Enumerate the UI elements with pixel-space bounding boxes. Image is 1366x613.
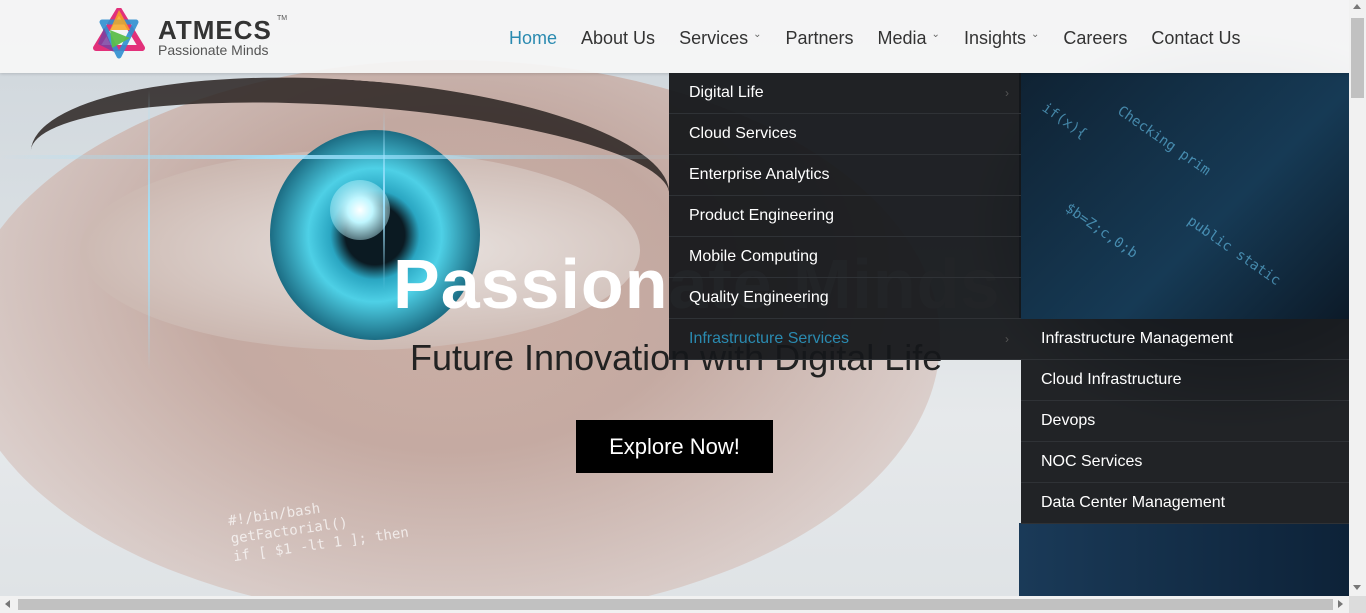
menu-item-label: Infrastructure Services bbox=[689, 330, 850, 347]
menu-item-label: Digital Life bbox=[689, 84, 764, 101]
scrollbar-corner bbox=[1349, 596, 1366, 613]
scroll-left-icon[interactable] bbox=[5, 600, 10, 608]
scroll-down-icon[interactable] bbox=[1353, 585, 1361, 590]
menu-item-product-engineering[interactable]: Product Engineering bbox=[669, 196, 1021, 237]
vertical-scrollbar[interactable] bbox=[1349, 0, 1366, 596]
nav-label: Partners bbox=[785, 28, 854, 48]
services-dropdown: Digital Life › Cloud Services Enterprise … bbox=[669, 73, 1021, 360]
explore-now-button[interactable]: Explore Now! bbox=[576, 420, 773, 473]
brand-logo[interactable]: ATMECS TM Passionate Minds bbox=[92, 8, 292, 60]
brand-tagline: Passionate Minds bbox=[158, 42, 269, 58]
main-nav: Home About Us Services ⌄ Partners Media ⌄ … bbox=[497, 23, 1252, 53]
brand-trademark: TM bbox=[277, 15, 288, 22]
nav-label: Contact Us bbox=[1151, 28, 1241, 48]
horizontal-scrollbar[interactable] bbox=[0, 596, 1349, 613]
brand-name: ATMECS bbox=[158, 15, 272, 45]
nav-insights[interactable]: Insights ⌄ bbox=[952, 23, 1051, 53]
nav-home[interactable]: Home bbox=[497, 23, 569, 53]
nav-label: Careers bbox=[1063, 28, 1128, 48]
nav-contact-us[interactable]: Contact Us bbox=[1139, 23, 1252, 53]
atmecs-logo-icon bbox=[93, 8, 145, 59]
menu-item-label: Cloud Services bbox=[689, 125, 797, 142]
menu-item-digital-life[interactable]: Digital Life › bbox=[669, 73, 1021, 114]
scroll-right-icon[interactable] bbox=[1338, 600, 1343, 608]
chevron-right-icon: › bbox=[1005, 332, 1009, 346]
nav-label: About Us bbox=[581, 28, 656, 48]
menu-item-label: Product Engineering bbox=[689, 207, 834, 224]
submenu-item-infrastructure-management[interactable]: Infrastructure Management bbox=[1021, 319, 1349, 360]
menu-item-label: Quality Engineering bbox=[689, 289, 829, 306]
submenu-item-data-center-management[interactable]: Data Center Management bbox=[1021, 483, 1349, 524]
nav-label: Home bbox=[509, 28, 558, 48]
page: if(x){ Checking prim $b=Z;c,0;b public s… bbox=[0, 0, 1349, 596]
chevron-right-icon: › bbox=[1005, 86, 1009, 100]
menu-item-quality-engineering[interactable]: Quality Engineering bbox=[669, 278, 1021, 319]
nav-about-us[interactable]: About Us bbox=[569, 23, 667, 53]
menu-item-infrastructure-services[interactable]: Infrastructure Services › bbox=[669, 319, 1021, 360]
menu-item-label: Mobile Computing bbox=[689, 248, 818, 265]
chevron-down-icon: ⌄ bbox=[753, 29, 762, 40]
menu-item-enterprise-analytics[interactable]: Enterprise Analytics bbox=[669, 155, 1021, 196]
nav-careers[interactable]: Careers bbox=[1051, 23, 1139, 53]
nav-label: Services bbox=[679, 28, 749, 48]
chevron-down-icon: ⌄ bbox=[1030, 29, 1040, 40]
nav-partners[interactable]: Partners bbox=[773, 23, 865, 53]
nav-media[interactable]: Media ⌄ bbox=[866, 23, 952, 53]
site-header: ATMECS TM Passionate Minds Home About Us… bbox=[0, 0, 1349, 73]
horizontal-scroll-thumb[interactable] bbox=[18, 599, 1333, 610]
infrastructure-submenu: Infrastructure Management Cloud Infrastr… bbox=[1021, 319, 1349, 524]
menu-item-label: Enterprise Analytics bbox=[689, 166, 830, 183]
submenu-item-cloud-infrastructure[interactable]: Cloud Infrastructure bbox=[1021, 360, 1349, 401]
submenu-item-devops[interactable]: Devops bbox=[1021, 401, 1349, 442]
nav-services[interactable]: Services ⌄ bbox=[667, 23, 773, 53]
chevron-down-icon: ⌄ bbox=[931, 29, 940, 40]
nav-label: Insights bbox=[963, 28, 1026, 48]
menu-item-cloud-services[interactable]: Cloud Services bbox=[669, 114, 1021, 155]
scroll-up-icon[interactable] bbox=[1353, 4, 1361, 9]
submenu-item-noc-services[interactable]: NOC Services bbox=[1021, 442, 1349, 483]
menu-item-mobile-computing[interactable]: Mobile Computing bbox=[669, 237, 1021, 278]
nav-label: Media bbox=[877, 28, 927, 48]
vertical-scroll-thumb[interactable] bbox=[1351, 18, 1364, 98]
